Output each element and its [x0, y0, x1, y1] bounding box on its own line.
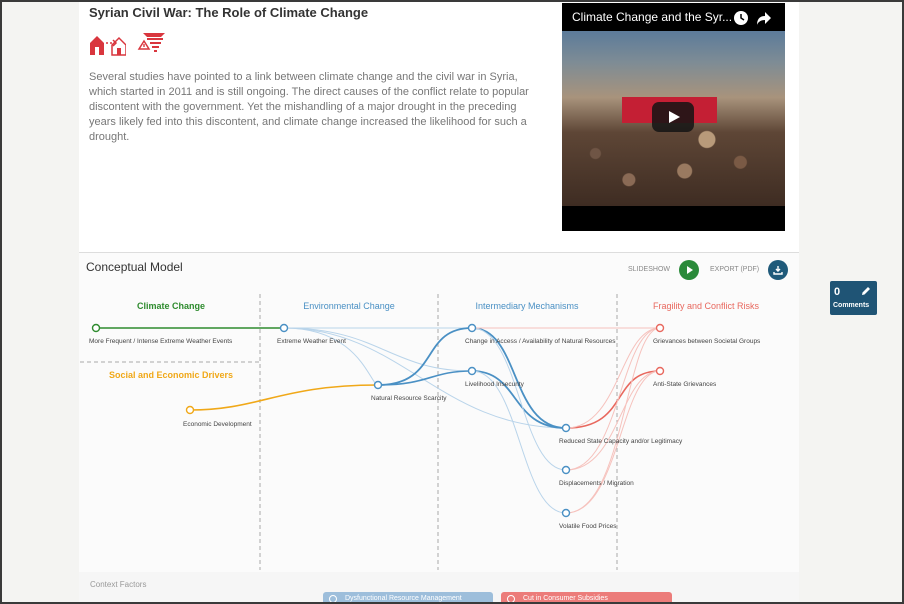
- comments-button[interactable]: 0 Comments: [830, 281, 877, 315]
- context-chip-label: Cut in Consumer Subsidies: [523, 595, 608, 602]
- node-livelihood-insecurity[interactable]: [467, 366, 477, 376]
- node-extreme-weather-events[interactable]: [91, 323, 101, 333]
- context-chip[interactable]: Cut in Consumer Subsidies: [501, 592, 672, 604]
- node-anti-state-grievances[interactable]: [655, 366, 665, 376]
- node-extreme-weather-event[interactable]: [279, 323, 289, 333]
- node-label: Grievances between Societal Groups: [653, 338, 761, 345]
- node-label: Natural Resource Scarcity: [371, 395, 447, 402]
- info-icon: [329, 595, 337, 603]
- link: [471, 370, 567, 514]
- column-header-fragility: Fragility and Conflict Risks: [653, 301, 760, 311]
- link: [565, 370, 661, 471]
- node-label: Reduced State Capacity and/or Legitimacy: [559, 438, 683, 445]
- node-label: Volatile Food Prices: [559, 523, 617, 530]
- column-header-social: Social and Economic Drivers: [109, 370, 233, 380]
- node-displacements-migration[interactable]: [561, 465, 571, 475]
- link: [283, 327, 473, 372]
- link: [565, 370, 661, 429]
- node-label: Anti-State Grievances: [653, 381, 717, 388]
- node-label: Extreme Weather Event: [277, 338, 346, 345]
- node-economic-development[interactable]: [185, 405, 195, 415]
- node-natural-resource-scarcity[interactable]: [373, 380, 383, 390]
- context-factors-label: Context Factors: [90, 580, 147, 589]
- column-header-environmental: Environmental Change: [303, 301, 395, 311]
- conceptual-model-diagram: Climate Change Social and Economic Drive…: [80, 294, 761, 570]
- link: [471, 327, 567, 471]
- column-header-climate: Climate Change: [137, 301, 205, 311]
- node-grievances-societal-groups[interactable]: [655, 323, 665, 333]
- node-label: Economic Development: [183, 421, 252, 428]
- link: [377, 327, 473, 386]
- info-icon: [507, 595, 515, 603]
- node-label: Livelihood Insecurity: [465, 381, 525, 388]
- pencil-icon: [862, 287, 870, 295]
- context-chip[interactable]: Dysfunctional Resource Management: [323, 592, 493, 604]
- node-access-natural-resources[interactable]: [467, 323, 477, 333]
- node-label: Displacements / Migration: [559, 480, 634, 487]
- node-reduced-state-capacity[interactable]: [561, 423, 571, 433]
- comments-count: 0: [834, 286, 841, 298]
- node-volatile-food-prices[interactable]: [561, 508, 571, 518]
- link: [471, 370, 567, 429]
- link: [565, 327, 661, 471]
- context-chip-label: Dysfunctional Resource Management: [345, 595, 462, 602]
- node-label: More Frequent / Intense Extreme Weather …: [89, 338, 233, 345]
- comments-label: Comments: [833, 302, 870, 309]
- node-label: Change in Access / Availability of Natur…: [465, 338, 616, 345]
- link: [189, 384, 379, 411]
- link: [283, 327, 379, 386]
- column-header-intermediary: Intermediary Mechanisms: [475, 301, 579, 311]
